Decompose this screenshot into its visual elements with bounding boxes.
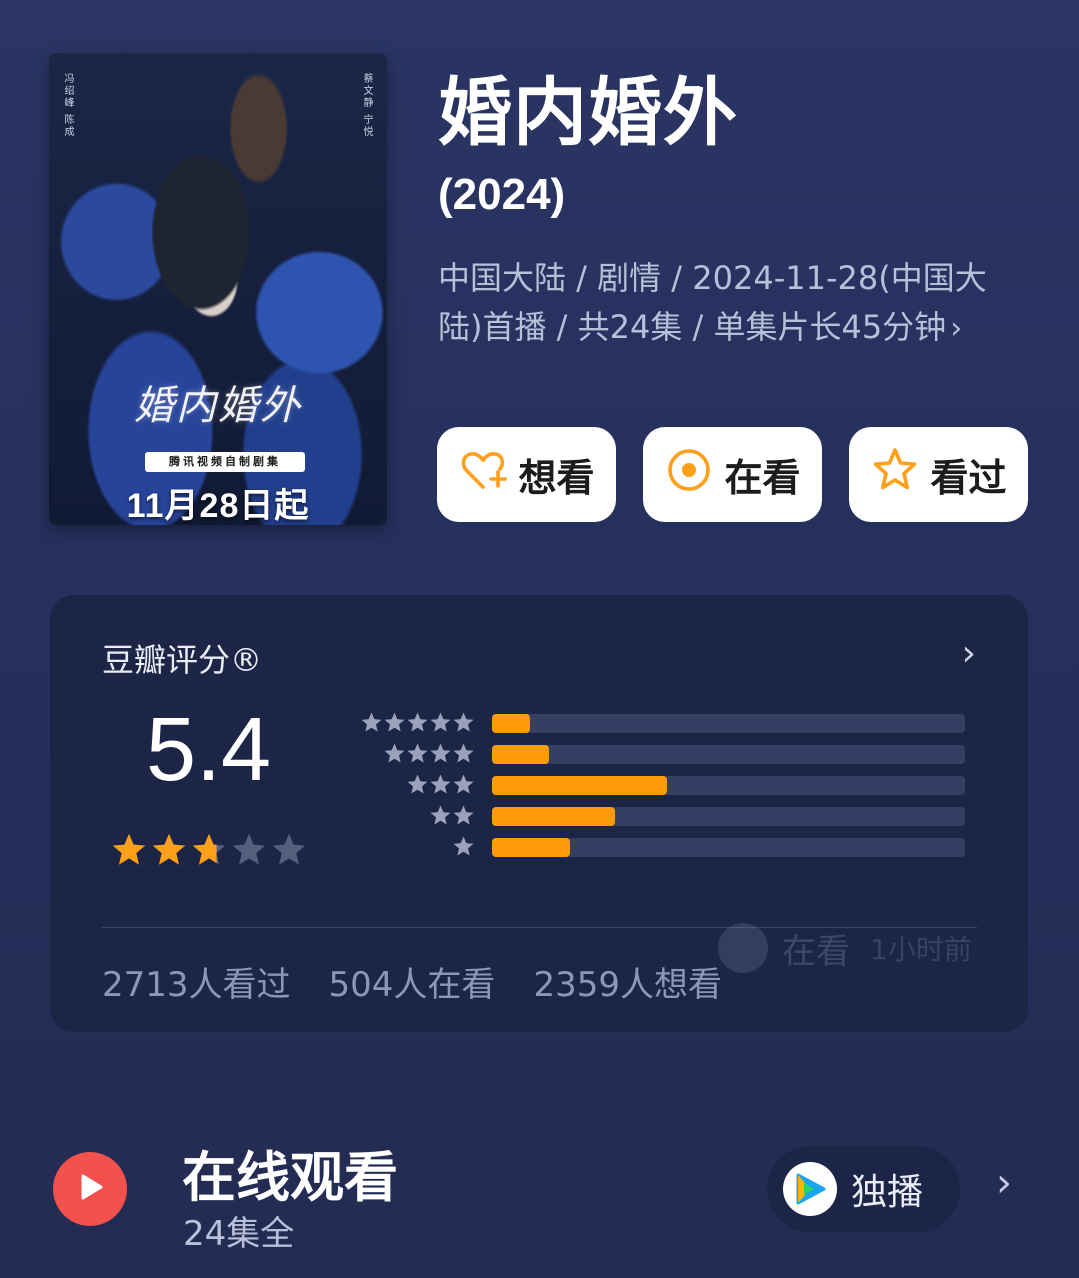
rating-label: 豆瓣评分® xyxy=(102,641,263,679)
distribution-bar-fill xyxy=(492,745,549,764)
poster-cast-left: 冯绍峰 陈成 xyxy=(62,73,73,139)
release-year: (2024) xyxy=(438,170,566,219)
star-icon xyxy=(430,774,451,794)
star-icon xyxy=(453,712,474,732)
poster-date: 11月28日起 xyxy=(126,487,310,525)
star-icon xyxy=(152,833,186,865)
distribution-stars xyxy=(429,804,475,827)
stat-watching[interactable]: 504人在看 xyxy=(329,957,496,1006)
poster-tag: 腾讯视频自制剧集 xyxy=(145,452,305,472)
distribution-bar-fill xyxy=(492,776,667,795)
episode-count: 24集全 xyxy=(183,1214,295,1254)
chevron-right-icon: › xyxy=(950,311,963,346)
meta-text: 中国大陆 / 剧情 / 2024-11-28(中国大陆)首播 / 共24集 / … xyxy=(438,259,987,346)
friend-status-time: 1小时前 xyxy=(870,933,972,966)
douban-rating-card[interactable]: 豆瓣评分® › 5.4 在看 1小时前 2713人看过 504人在看 2359人… xyxy=(50,595,1028,1032)
watching-button[interactable]: 在看 xyxy=(643,427,822,522)
friend-status-overlay: 在看 1小时前 xyxy=(718,923,972,973)
avatar xyxy=(718,923,768,973)
exclusive-platform-button[interactable]: 独播 xyxy=(767,1146,960,1232)
star-icon xyxy=(361,712,382,732)
rating-distribution-row xyxy=(355,743,975,765)
exclusive-label: 独播 xyxy=(851,1172,924,1213)
distribution-bar-track xyxy=(492,714,965,733)
star-icon xyxy=(453,774,474,794)
star-icon xyxy=(407,712,428,732)
distribution-bar-track xyxy=(492,745,965,764)
star-icon xyxy=(192,833,226,865)
star-icon xyxy=(430,805,451,825)
rating-distribution-row xyxy=(355,712,975,734)
poster-image[interactable]: 冯绍峰 陈成 蔡文静 宁悦 婚内婚外 腾讯视频自制剧集 11月28日起 xyxy=(49,53,387,525)
rating-distribution-row xyxy=(355,836,975,858)
watching-label: 在看 xyxy=(724,456,801,500)
distribution-bar-track xyxy=(492,776,965,795)
page-title: 婚内婚外 xyxy=(438,70,738,156)
online-watch-title[interactable]: 在线观看 xyxy=(182,1133,398,1212)
rating-distribution-row xyxy=(355,805,975,827)
tencent-video-logo-icon xyxy=(783,1162,837,1216)
play-icon xyxy=(73,1170,107,1208)
watched-button[interactable]: 看过 xyxy=(849,427,1028,522)
star-icon xyxy=(384,712,405,732)
star-icon xyxy=(272,833,306,865)
star-icon xyxy=(407,743,428,763)
star-icon xyxy=(112,833,146,865)
distribution-bar-track xyxy=(492,838,965,857)
watched-label: 看过 xyxy=(930,456,1007,500)
target-circle-icon xyxy=(664,445,714,504)
stat-want[interactable]: 2359人想看 xyxy=(533,957,722,1006)
friend-status-text: 在看 xyxy=(782,931,850,972)
distribution-bar-fill xyxy=(492,807,615,826)
poster-title-art: 婚内婚外 xyxy=(134,383,302,429)
distribution-stars xyxy=(452,835,475,858)
watch-stats: 2713人看过 504人在看 2359人想看 xyxy=(102,957,722,1006)
distribution-stars xyxy=(383,742,475,765)
meta-info[interactable]: 中国大陆 / 剧情 / 2024-11-28(中国大陆)首播 / 共24集 / … xyxy=(438,254,1018,353)
distribution-bar-track xyxy=(492,807,965,826)
star-icon xyxy=(407,774,428,794)
want-to-watch-label: 想看 xyxy=(518,456,595,500)
star-icon xyxy=(430,712,451,732)
star-outline-icon xyxy=(870,445,920,504)
distribution-bar-fill xyxy=(492,838,571,857)
star-icon xyxy=(232,833,266,865)
chevron-right-icon[interactable]: › xyxy=(996,1160,1012,1206)
rating-distribution-row xyxy=(355,774,975,796)
heart-plus-icon xyxy=(458,445,508,504)
distribution-bar-fill xyxy=(492,714,530,733)
stat-watched[interactable]: 2713人看过 xyxy=(102,957,291,1006)
score-stars xyxy=(110,831,308,869)
star-icon xyxy=(453,805,474,825)
distribution-stars xyxy=(406,773,475,796)
poster-cast-right: 蔡文静 宁悦 xyxy=(361,73,372,139)
play-button[interactable] xyxy=(53,1152,127,1226)
star-icon xyxy=(430,743,451,763)
rating-score: 5.4 xyxy=(146,700,272,800)
distribution-stars xyxy=(360,711,475,734)
chevron-right-icon[interactable]: › xyxy=(962,633,976,674)
star-icon xyxy=(453,836,474,856)
star-icon xyxy=(384,743,405,763)
want-to-watch-button[interactable]: 想看 xyxy=(437,427,616,522)
star-icon xyxy=(453,743,474,763)
